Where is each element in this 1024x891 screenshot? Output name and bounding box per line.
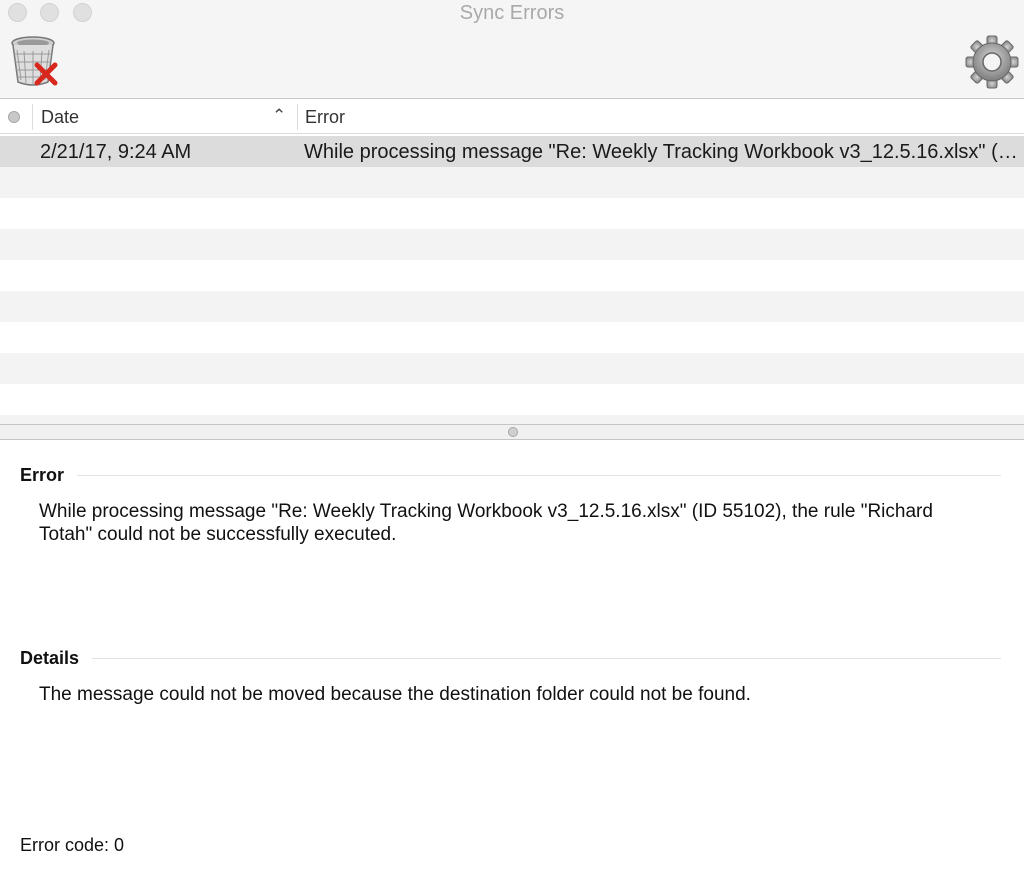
empty-row — [0, 291, 1024, 322]
row-date: 2/21/17, 9:24 AM — [40, 141, 192, 163]
split-view-divider[interactable] — [0, 424, 1024, 440]
empty-row — [0, 384, 1024, 415]
empty-row — [0, 322, 1024, 353]
empty-row — [0, 353, 1024, 384]
clear-errors-button[interactable] — [8, 34, 62, 88]
details-description: The message could not be moved because t… — [39, 684, 751, 705]
settings-button[interactable] — [964, 34, 1020, 90]
status-column-header[interactable] — [8, 111, 20, 123]
sort-ascending-icon: ⌃ — [272, 106, 287, 125]
column-divider[interactable] — [297, 104, 298, 130]
toolbar — [0, 26, 1024, 99]
error-code: Error code: 0 — [20, 835, 125, 855]
table-header: Date ⌃ Error — [0, 100, 1024, 134]
title-bar: Sync Errors — [0, 0, 1024, 26]
drag-handle-icon[interactable] — [508, 427, 518, 437]
error-column-header[interactable]: Error — [305, 107, 345, 128]
window-title: Sync Errors — [459, 2, 565, 24]
gear-icon — [965, 35, 1019, 89]
row-error: While processing message "Re: Weekly Tra… — [304, 141, 1022, 163]
table-row[interactable]: 2/21/17, 9:24 AM While processing messag… — [0, 136, 1024, 167]
empty-row — [0, 167, 1024, 198]
column-divider[interactable] — [32, 104, 33, 130]
error-description: While processing message "Re: Weekly Tra… — [39, 501, 933, 545]
trash-delete-icon — [11, 36, 58, 86]
empty-row — [0, 229, 1024, 260]
error-list: 2/21/17, 9:24 AM While processing messag… — [0, 136, 1024, 424]
date-column-header[interactable]: Date — [41, 107, 79, 128]
error-section-heading: Error — [20, 465, 65, 485]
section-divider — [77, 475, 1001, 476]
empty-row — [0, 260, 1024, 291]
section-divider — [92, 658, 1001, 659]
details-section-heading: Details — [20, 648, 80, 668]
empty-row — [0, 198, 1024, 229]
empty-row — [0, 415, 1024, 424]
